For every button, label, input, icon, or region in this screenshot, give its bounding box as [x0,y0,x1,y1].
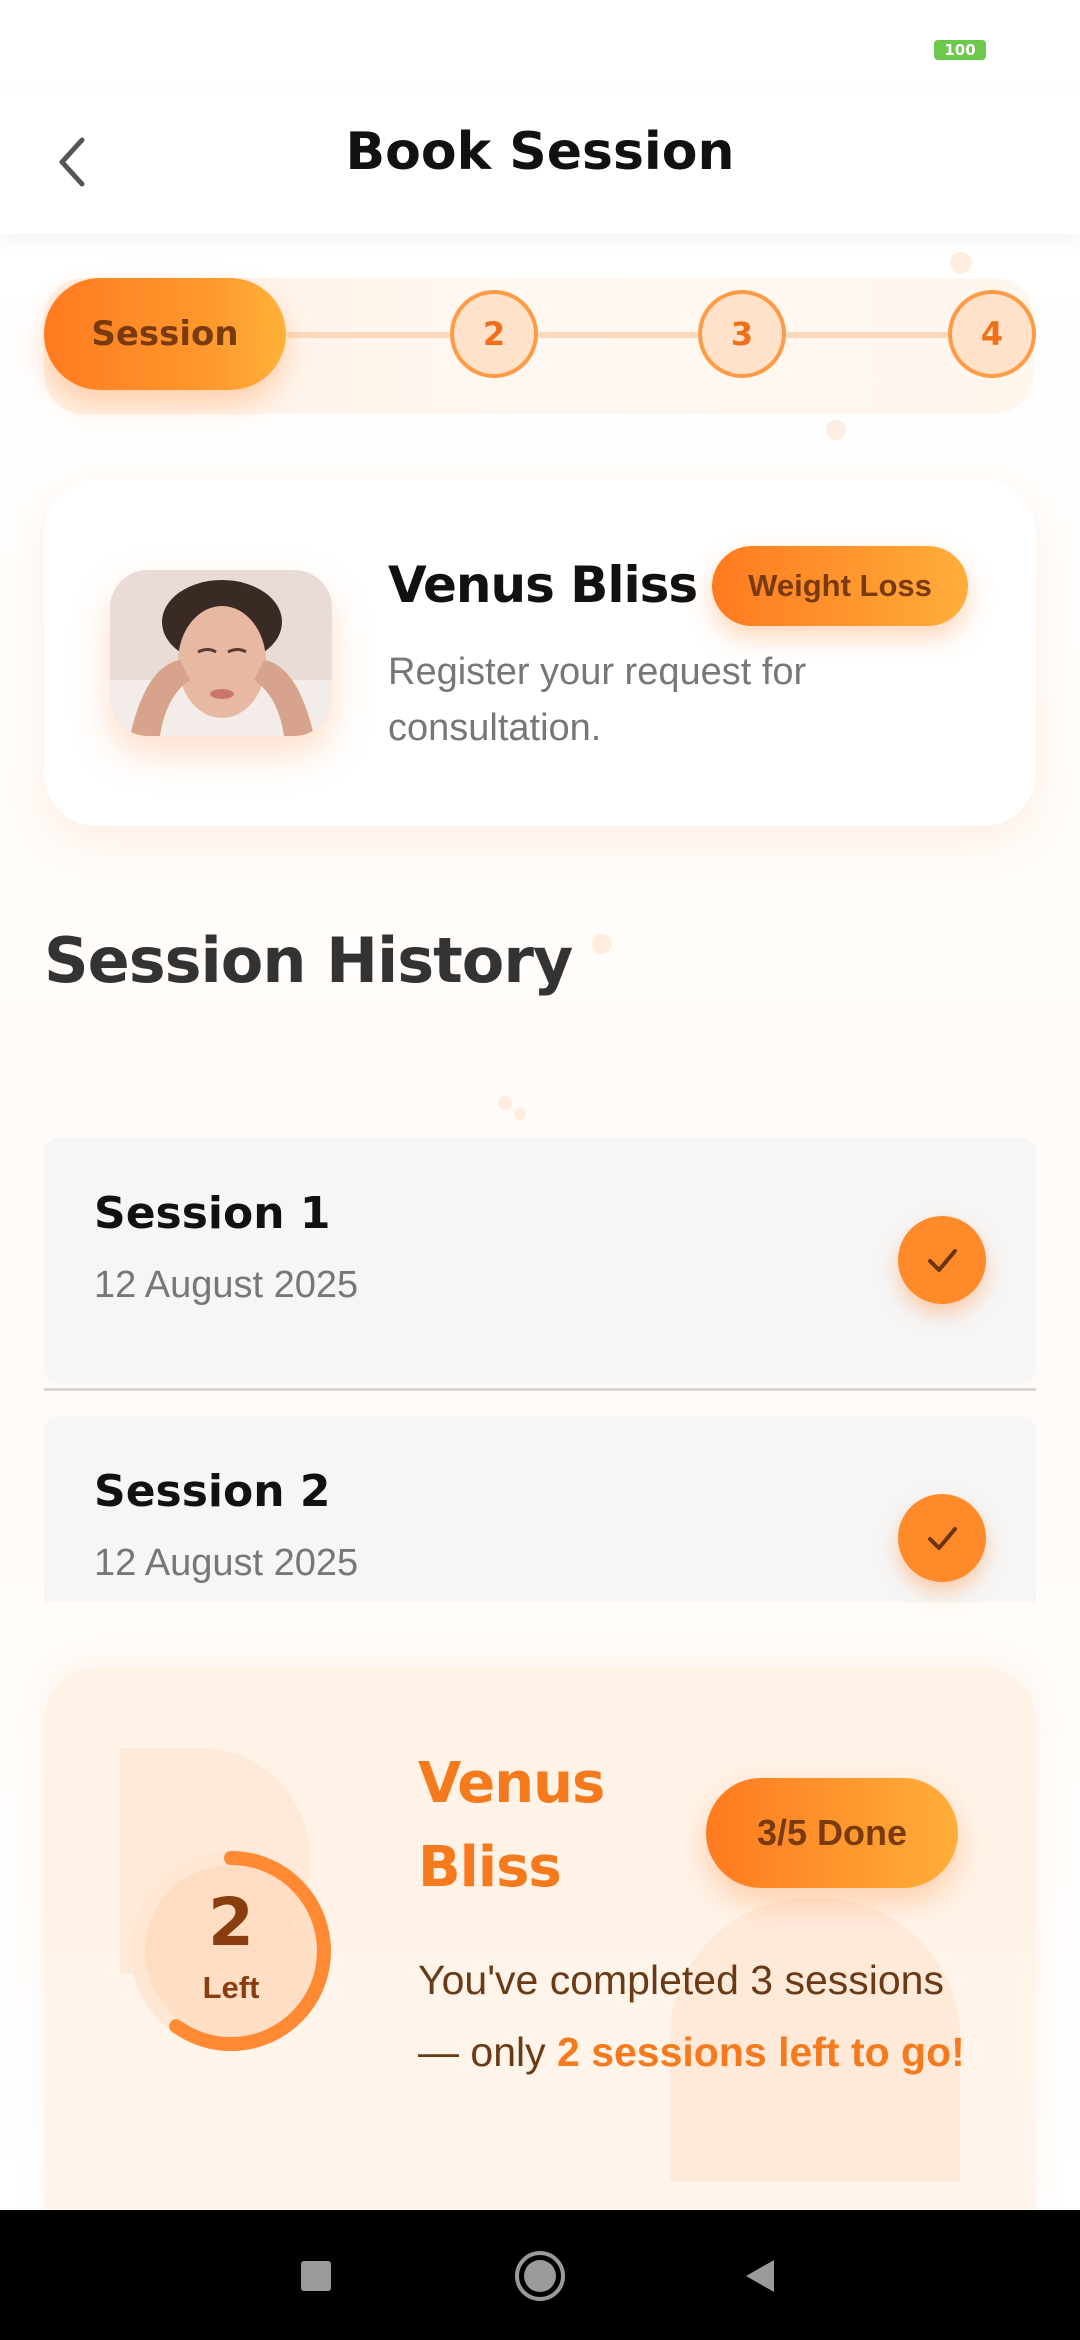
history-item-title: Session 1 [94,1188,331,1239]
stepper-connector [286,332,450,338]
history-item-date: 12 August 2025 [94,1264,359,1306]
progress-message: You've completed 3 sessions — only 2 ses… [418,1944,988,2088]
step-3[interactable]: 3 [698,290,786,378]
service-photo [110,570,332,736]
service-description: Register your request for consultation. [388,651,807,749]
sessions-left-label: Left [202,1970,260,2005]
service-card[interactable]: Venus Bliss Weight Loss Register your re… [44,480,1036,826]
main-content[interactable]: Session 2 3 4 Venus Bliss Weight Loss Re… [0,234,1080,2210]
decor-dot [950,252,972,274]
step-4[interactable]: 4 [948,290,1036,378]
check-icon [898,1216,986,1304]
decor-dot [826,420,846,440]
progress-service-name: Venus Bliss [418,1751,605,1900]
recents-button[interactable] [280,2240,352,2312]
sessions-left-count: 2 [208,1884,254,1961]
back-nav-button[interactable] [724,2240,796,2312]
progress-message-highlight: 2 sessions left to go! [557,2029,965,2075]
stepper-connector [538,332,698,338]
progress-card[interactable]: 2 Left Venus Bliss 3/5 Done You've compl… [44,1668,1036,2210]
history-item[interactable]: Session 2 12 August 2025 [44,1416,1036,1602]
decor-dot [592,934,612,954]
history-item-title: Session 2 [94,1466,331,1517]
system-nav-bar [0,2210,1080,2340]
home-button[interactable] [504,2240,576,2312]
decor-dot [498,1096,512,1110]
step-session[interactable]: Session [44,278,286,390]
service-category-badge: Weight Loss [712,546,968,626]
page-title: Book Session [345,122,735,182]
stepper-connector [786,332,948,338]
divider [44,1388,1036,1391]
decor-dot [514,1108,526,1120]
circle-icon [515,2251,565,2301]
history-item-date: 12 August 2025 [94,1542,359,1584]
status-bar: 100 [0,0,1080,90]
app-header: Book Session [0,90,1080,234]
battery-icon: 100 [934,40,986,60]
history-item[interactable]: Session 1 12 August 2025 [44,1138,1036,1384]
facial-treatment-image [110,570,332,736]
square-icon [301,2261,331,2291]
progress-badge: 3/5 Done [706,1778,958,1888]
service-name: Venus Bliss [388,556,698,614]
check-icon [898,1494,986,1582]
sessions-left-ring: 2 Left [120,1840,342,2062]
step-2[interactable]: 2 [450,290,538,378]
section-title: Session History [44,924,573,997]
triangle-back-icon [746,2260,774,2292]
